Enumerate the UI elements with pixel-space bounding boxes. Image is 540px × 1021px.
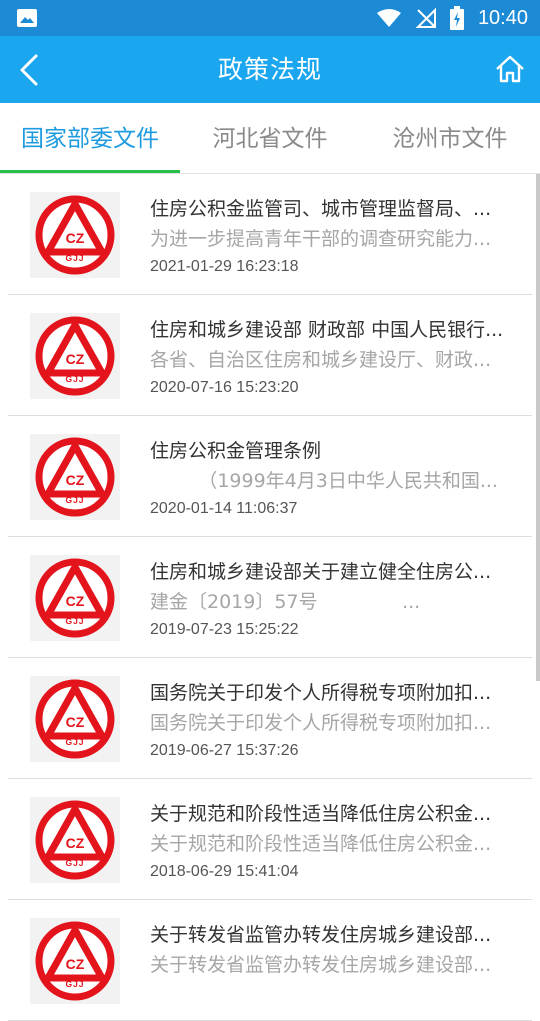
list-item[interactable]: CZ GJJ 住房和城乡建设部关于建立健全住房公... 建金〔2019〕57号 … (0, 537, 540, 658)
wifi-icon (376, 9, 401, 27)
item-summary: 建金〔2019〕57号 ... (150, 591, 421, 613)
housing-fund-logo-icon: CZ GJJ (35, 921, 115, 1001)
item-date: 2021-01-29 16:23:18 (150, 258, 299, 275)
housing-fund-logo-icon: CZ GJJ (35, 558, 115, 638)
item-date: 2019-07-23 15:25:22 (150, 621, 299, 638)
status-bar: 10:40 (0, 0, 540, 36)
no-signal-icon (415, 8, 436, 28)
logo-bottom-text: GJJ (65, 616, 84, 626)
item-date: 2020-07-16 15:23:20 (150, 379, 299, 396)
item-thumbnail: CZ GJJ (30, 313, 120, 399)
list-item[interactable]: CZ GJJ 住房公积金管理条例 （1999年4月3日中华人民共和国... 20… (0, 416, 540, 537)
battery-charging-icon (449, 6, 464, 30)
logo-bottom-text: GJJ (65, 253, 84, 263)
housing-fund-logo-icon: CZ GJJ (35, 679, 115, 759)
logo-top-text: CZ (66, 835, 85, 851)
item-thumbnail: CZ GJJ (30, 676, 120, 762)
logo-bottom-text: GJJ (65, 858, 84, 868)
policy-list: CZ GJJ 住房公积金监管司、城市管理监督局、... 为进一步提高青年干部的调… (0, 174, 540, 1021)
housing-fund-logo-icon: CZ GJJ (35, 437, 115, 517)
item-date: 2019-06-27 15:37:26 (150, 742, 299, 759)
logo-bottom-text: GJJ (65, 979, 84, 989)
list-item[interactable]: CZ GJJ 关于转发省监管办转发住房城乡建设部... 关于转发省监管办转发住房… (0, 900, 540, 1021)
housing-fund-logo-icon: CZ GJJ (35, 800, 115, 880)
item-title: 住房和城乡建设部关于建立健全住房公... (150, 561, 492, 583)
image-notification-icon (17, 9, 37, 27)
list-item[interactable]: CZ GJJ 住房公积金监管司、城市管理监督局、... 为进一步提高青年干部的调… (0, 174, 540, 295)
item-summary: 国务院关于印发个人所得税专项附加扣... (150, 712, 492, 734)
logo-top-text: CZ (66, 351, 85, 367)
list-item[interactable]: CZ GJJ 住房和城乡建设部 财政部 中国人民银行... 各省、自治区住房和城… (0, 295, 540, 416)
item-date: 2020-01-14 11:06:37 (150, 500, 298, 517)
item-date: 2018-06-29 15:41:04 (150, 863, 299, 880)
item-title: 住房和城乡建设部 财政部 中国人民银行... (150, 319, 504, 341)
item-thumbnail: CZ GJJ (30, 797, 120, 883)
tab-national-ministries[interactable]: 国家部委文件 (0, 103, 180, 173)
list-item[interactable]: CZ GJJ 国务院关于印发个人所得税专项附加扣... 国务院关于印发个人所得税… (0, 658, 540, 779)
logo-top-text: CZ (66, 472, 85, 488)
housing-fund-logo-icon: CZ GJJ (35, 316, 115, 396)
logo-top-text: CZ (66, 230, 85, 246)
item-thumbnail: CZ GJJ (30, 918, 120, 1004)
item-thumbnail: CZ GJJ (30, 555, 120, 641)
app-header: 政策法规 (0, 36, 540, 103)
logo-top-text: CZ (66, 956, 85, 972)
item-title: 住房公积金管理条例 (150, 440, 322, 462)
item-title: 关于转发省监管办转发住房城乡建设部... (150, 924, 492, 946)
housing-fund-logo-icon: CZ GJJ (35, 195, 115, 275)
scrollbar[interactable] (536, 174, 540, 681)
tab-bar: 国家部委文件 河北省文件 沧州市文件 (0, 103, 540, 173)
logo-top-text: CZ (66, 714, 85, 730)
item-thumbnail: CZ GJJ (30, 192, 120, 278)
tab-hebei-province[interactable]: 河北省文件 (180, 103, 360, 173)
logo-bottom-text: GJJ (65, 737, 84, 747)
item-summary: （1999年4月3日中华人民共和国... (150, 470, 498, 492)
status-time: 10:40 (477, 6, 528, 29)
page-title: 政策法规 (217, 55, 322, 84)
logo-top-text: CZ (66, 593, 85, 609)
item-thumbnail: CZ GJJ (30, 434, 120, 520)
item-summary: 各省、自治区住房和城乡建设厅、财政... (150, 349, 492, 371)
item-summary: 关于规范和阶段性适当降低住房公积金... (150, 833, 492, 855)
logo-bottom-text: GJJ (65, 374, 84, 384)
item-summary: 关于转发省监管办转发住房城乡建设部... (150, 954, 492, 976)
home-icon[interactable] (494, 53, 526, 85)
tab-cangzhou-city[interactable]: 沧州市文件 (360, 103, 540, 173)
logo-bottom-text: GJJ (65, 495, 84, 505)
item-summary: 为进一步提高青年干部的调查研究能力... (150, 228, 492, 250)
item-title: 关于规范和阶段性适当降低住房公积金... (150, 803, 492, 825)
item-title: 住房公积金监管司、城市管理监督局、... (150, 198, 492, 220)
list-item[interactable]: CZ GJJ 关于规范和阶段性适当降低住房公积金... 关于规范和阶段性适当降低… (0, 779, 540, 900)
item-title: 国务院关于印发个人所得税专项附加扣... (150, 682, 492, 704)
